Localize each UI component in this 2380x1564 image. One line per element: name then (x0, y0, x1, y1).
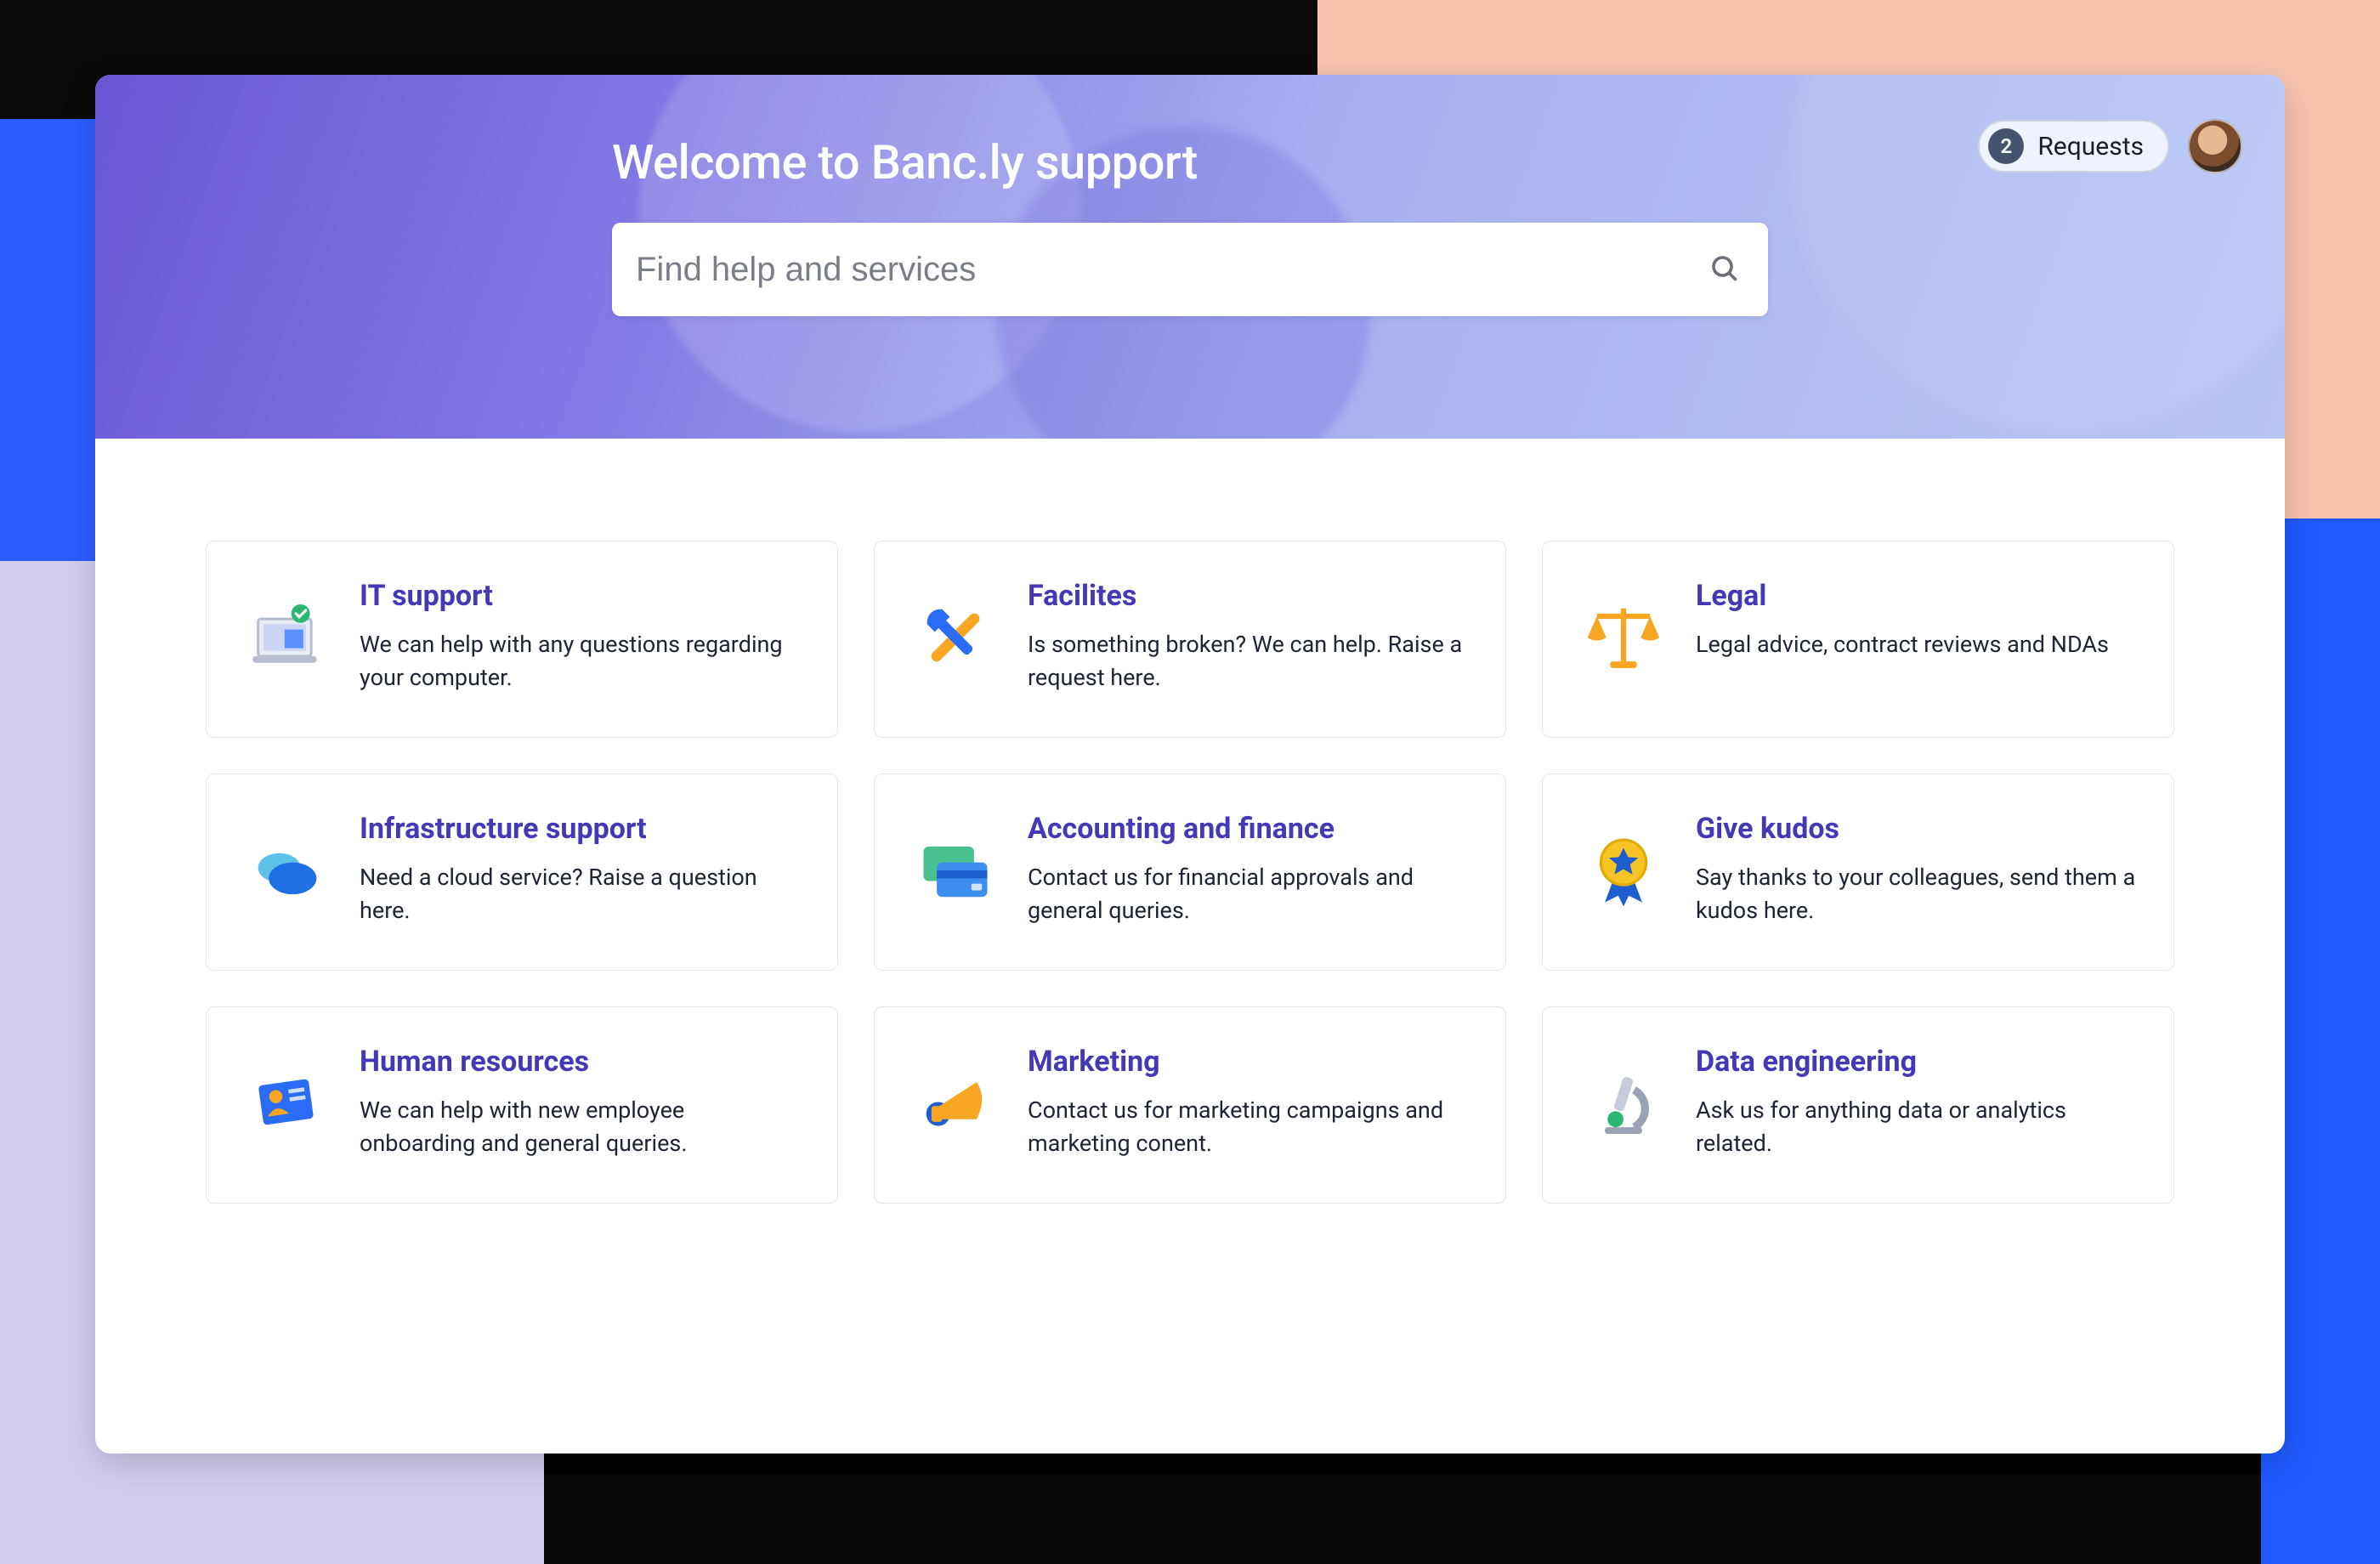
card-desc: We can help with new employee onboarding… (360, 1094, 800, 1160)
card-title: Data engineering (1696, 1045, 2136, 1079)
search-icon (1708, 252, 1739, 286)
page-title: Welcome to Banc.ly support (612, 134, 1768, 190)
card-legal[interactable]: Legal Legal advice, contract reviews and… (1542, 541, 2174, 738)
card-it-support[interactable]: IT support We can help with any question… (206, 541, 838, 738)
support-portal-window: 2 Requests Welcome to Banc.ly support (95, 75, 2285, 1454)
credit-card-icon (909, 812, 1002, 929)
microscope-icon (1577, 1045, 1670, 1162)
tools-icon (909, 579, 1002, 696)
cloud-icon (241, 812, 334, 929)
card-desc: We can help with any questions regarding… (360, 628, 800, 694)
search-box[interactable] (612, 223, 1768, 316)
card-desc: Ask us for anything data or analytics re… (1696, 1094, 2136, 1160)
card-title: Infrastructure support (360, 812, 800, 846)
card-desc: Say thanks to your colleagues, send them… (1696, 861, 2136, 927)
card-desc: Legal advice, contract reviews and NDAs (1696, 628, 2136, 661)
id-card-icon (241, 1045, 334, 1162)
avatar[interactable] (2188, 119, 2242, 173)
card-desc: Contact us for marketing campaigns and m… (1028, 1094, 1468, 1160)
scales-icon (1577, 579, 1670, 696)
requests-count-badge: 2 (1988, 128, 2024, 164)
search-input[interactable] (636, 251, 1708, 289)
card-facilities[interactable]: Facilites Is something broken? We can he… (874, 541, 1506, 738)
card-infrastructure[interactable]: Infrastructure support Need a cloud serv… (206, 774, 838, 971)
laptop-icon (241, 579, 334, 696)
award-ribbon-icon (1577, 812, 1670, 929)
card-title: Legal (1696, 579, 2136, 613)
card-data-engineering[interactable]: Data engineering Ask us for anything dat… (1542, 1006, 2174, 1204)
card-marketing[interactable]: Marketing Contact us for marketing campa… (874, 1006, 1506, 1204)
card-title: Give kudos (1696, 812, 2136, 846)
card-title: Facilites (1028, 579, 1468, 613)
card-desc: Is something broken? We can help. Raise … (1028, 628, 1468, 694)
requests-button[interactable]: 2 Requests (1978, 120, 2169, 173)
category-grid: IT support We can help with any question… (206, 541, 2174, 1204)
megaphone-icon (909, 1045, 1002, 1162)
card-title: IT support (360, 579, 800, 613)
card-title: Accounting and finance (1028, 812, 1468, 846)
card-desc: Contact us for financial approvals and g… (1028, 861, 1468, 927)
card-title: Marketing (1028, 1045, 1468, 1079)
card-accounting[interactable]: Accounting and finance Contact us for fi… (874, 774, 1506, 971)
requests-label: Requests (2037, 132, 2144, 162)
card-desc: Need a cloud service? Raise a question h… (360, 861, 800, 927)
card-kudos[interactable]: Give kudos Say thanks to your colleagues… (1542, 774, 2174, 971)
card-title: Human resources (360, 1045, 800, 1079)
card-hr[interactable]: Human resources We can help with new emp… (206, 1006, 838, 1204)
banner: 2 Requests Welcome to Banc.ly support (95, 75, 2285, 439)
card-area: IT support We can help with any question… (95, 439, 2285, 1272)
